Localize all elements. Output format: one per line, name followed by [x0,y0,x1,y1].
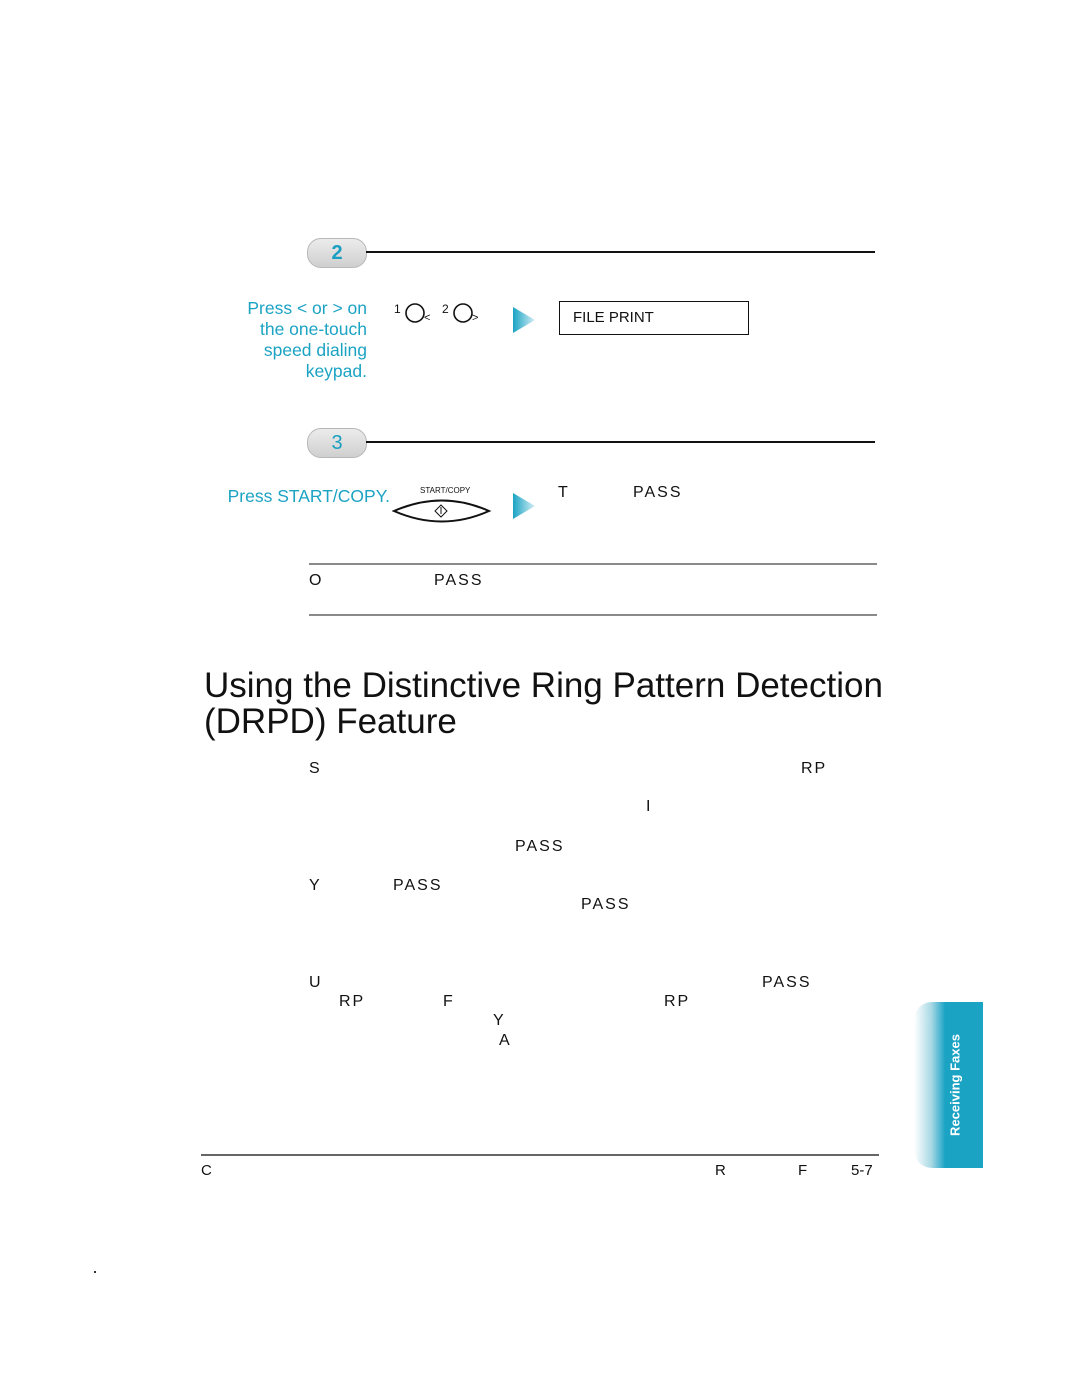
body-text: RP [664,993,691,1010]
section-title: Using the Distinctive Ring Pattern Detec… [204,668,883,740]
instruction-line: speed dialing [263,340,367,360]
note-divider-bottom [309,614,877,616]
step-divider [366,251,875,253]
start-copy-button[interactable]: START/COPY [392,486,492,526]
body-text: Y [493,1012,506,1029]
lcd-display: FILE PRINT [559,301,749,335]
result-arrow-icon [513,307,535,333]
step-instruction: Press START/COPY. [200,486,390,507]
body-text: RP [339,993,366,1010]
title-line: (DRPD) Feature [204,702,457,741]
body-text: Y [309,877,322,894]
instruction-line: the one-touch [259,319,367,339]
instruction-line: keypad. [305,361,367,381]
body-text: F [443,993,455,1010]
body-text: PASS [393,877,443,894]
step-number-badge: 2 [307,238,367,268]
result-text: PASS [633,484,683,501]
step-divider [366,441,875,443]
note-text: O [309,572,324,589]
tab-label: Receiving Faxes [947,1034,962,1136]
body-text: U [309,974,323,991]
page-number: 5-7 [851,1162,873,1179]
body-text: S [309,760,322,777]
key-direction: < [424,312,431,324]
footer-section: F [798,1162,808,1179]
body-text: RP [801,760,828,777]
result-arrow-icon [513,493,535,519]
body-text: PASS [762,974,812,991]
instruction-line: Press < or > on [247,298,367,318]
button-label: START/COPY [420,486,471,495]
body-text: PASS [581,896,631,913]
note-divider-top [309,563,877,565]
result-text: T [558,484,570,501]
instruction-line: Press START/COPY. [227,486,390,506]
title-line: Using the Distinctive Ring Pattern Detec… [204,666,883,705]
speck [94,1271,96,1273]
footer-divider [201,1154,879,1156]
step-instruction: Press < or > on the one-touch speed dial… [200,298,367,382]
note-text: PASS [434,572,484,589]
body-text: A [499,1032,512,1049]
start-button-shape-icon [392,499,492,523]
chapter-side-tab: Receiving Faxes [914,1002,983,1168]
key-number: 2 [442,302,449,316]
footer-section: R [715,1162,726,1179]
key-direction: > [472,312,479,324]
body-text: PASS [515,838,565,855]
key-number: 1 [394,302,401,316]
step-number-badge: 3 [307,428,367,458]
footer-chapter: C [201,1162,212,1179]
body-text: I [646,798,653,815]
